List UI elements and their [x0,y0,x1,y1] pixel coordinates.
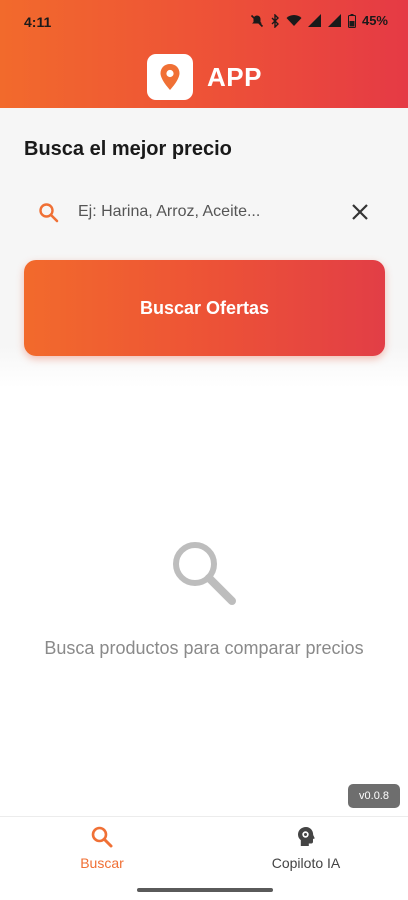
mute-bell-icon [250,14,264,27]
search-icon [39,203,59,223]
search-icon [91,826,113,848]
bluetooth-icon [271,13,279,28]
wifi-icon [286,15,302,26]
close-icon[interactable] [350,202,370,222]
status-time: 4:11 [24,14,52,30]
battery-icon [347,13,356,28]
magnifier-icon [173,542,236,605]
section-title: Busca el mejor precio [24,138,232,160]
search-field[interactable] [24,190,384,234]
brand: APP [147,54,262,100]
status-bar: 4:11 45% [0,0,408,44]
empty-state: Busca productos para comparar precios [0,538,408,659]
version-badge: v0.0.8 [348,784,400,808]
app-header: 4:11 45% APP [0,0,408,108]
nav-item-search[interactable]: Buscar [0,825,204,885]
search-offers-button[interactable]: Buscar Ofertas [24,260,385,356]
search-offers-button-label: Buscar Ofertas [139,297,270,318]
location-pin-icon [160,64,180,90]
battery-percentage: 45% [361,13,388,28]
status-icons: 45% [250,13,388,28]
ai-brain-icon [298,827,315,846]
search-input[interactable] [78,198,318,226]
home-indicator[interactable] [137,888,273,892]
nav-item-label: Copiloto IA [271,855,341,871]
app-logo [147,54,193,100]
empty-state-message: Busca productos para comparar precios [44,638,364,658]
signal-icon-2 [327,14,341,27]
signal-icon [307,14,321,27]
nav-item-copilot[interactable]: Copiloto IA [204,825,408,885]
app-name: APP [207,61,262,92]
nav-item-label: Buscar [80,855,124,871]
search-section: Busca el mejor precio Buscar Ofertas [0,108,408,388]
